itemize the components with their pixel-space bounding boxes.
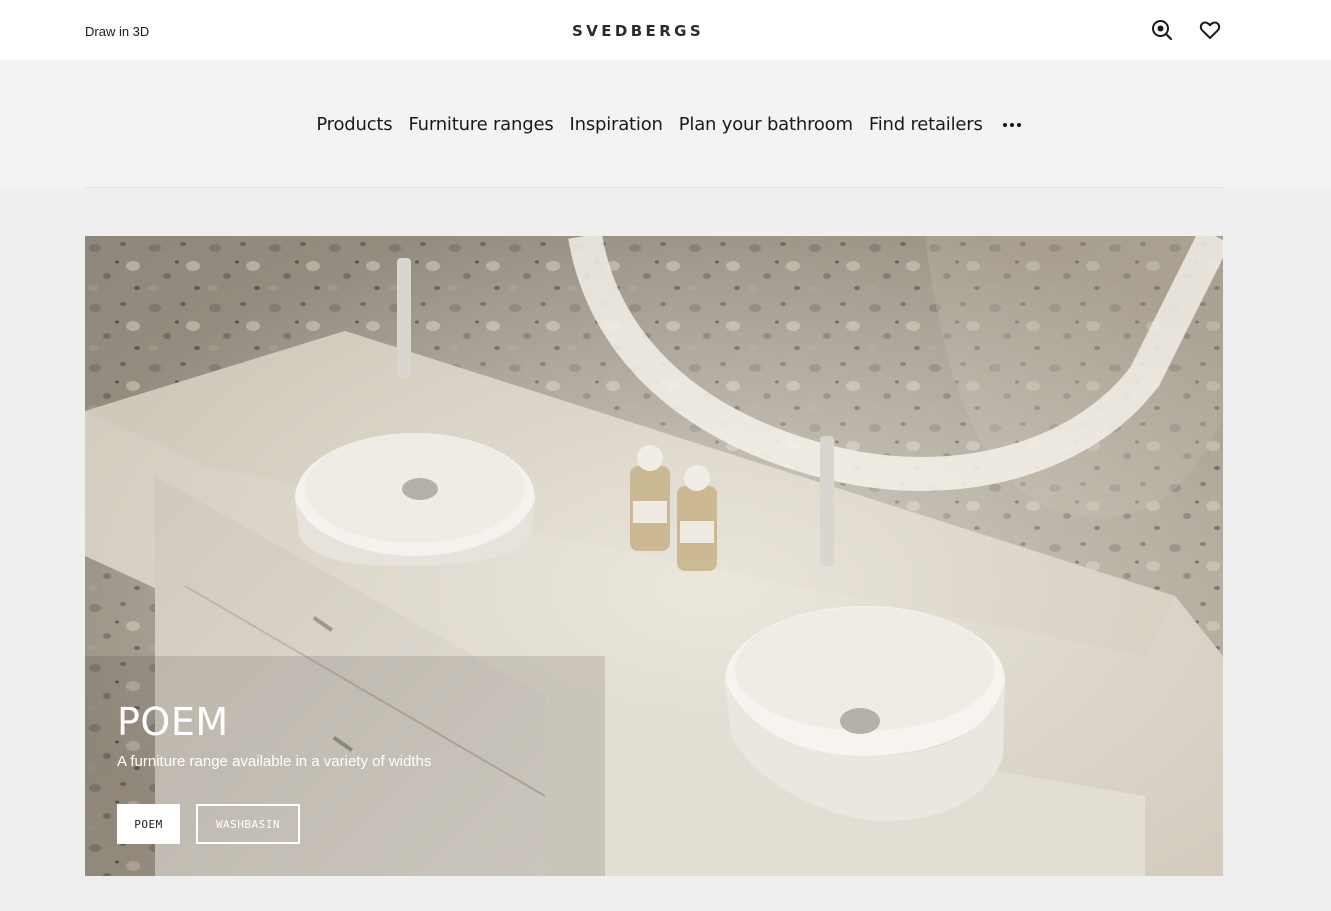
nav-item-furniture-ranges[interactable]: Furniture ranges [408,113,553,139]
nav-item-products[interactable]: Products [316,113,392,139]
hero-title: POEM [117,700,229,744]
hero-image [85,236,1223,876]
draw-in-3d-link[interactable]: Draw in 3D [85,24,149,39]
svedbergs-logo[interactable]: SVEDBERGS [572,22,704,40]
washbasin-button[interactable]: WASHBASIN [196,804,300,844]
nav-item-plan-your-bathroom[interactable]: Plan your bathroom [679,113,853,139]
nav-item-find-retailers[interactable]: Find retailers [869,113,983,139]
nav-item-inspiration[interactable]: Inspiration [570,113,663,139]
poem-button[interactable]: POEM [117,804,180,844]
heart-icon[interactable] [1198,18,1222,42]
hero-banner[interactable]: POEM A furniture range available in a va… [85,236,1223,876]
more-dots-icon[interactable] [999,113,1021,137]
nav-divider [85,187,1223,188]
main-nav: Products Furniture ranges Inspiration Pl… [0,113,1331,139]
search-icon[interactable] [1150,18,1174,42]
hero-subtitle: A furniture range available in a variety… [117,753,432,770]
top-bar: Draw in 3D SVEDBERGS [0,0,1331,60]
